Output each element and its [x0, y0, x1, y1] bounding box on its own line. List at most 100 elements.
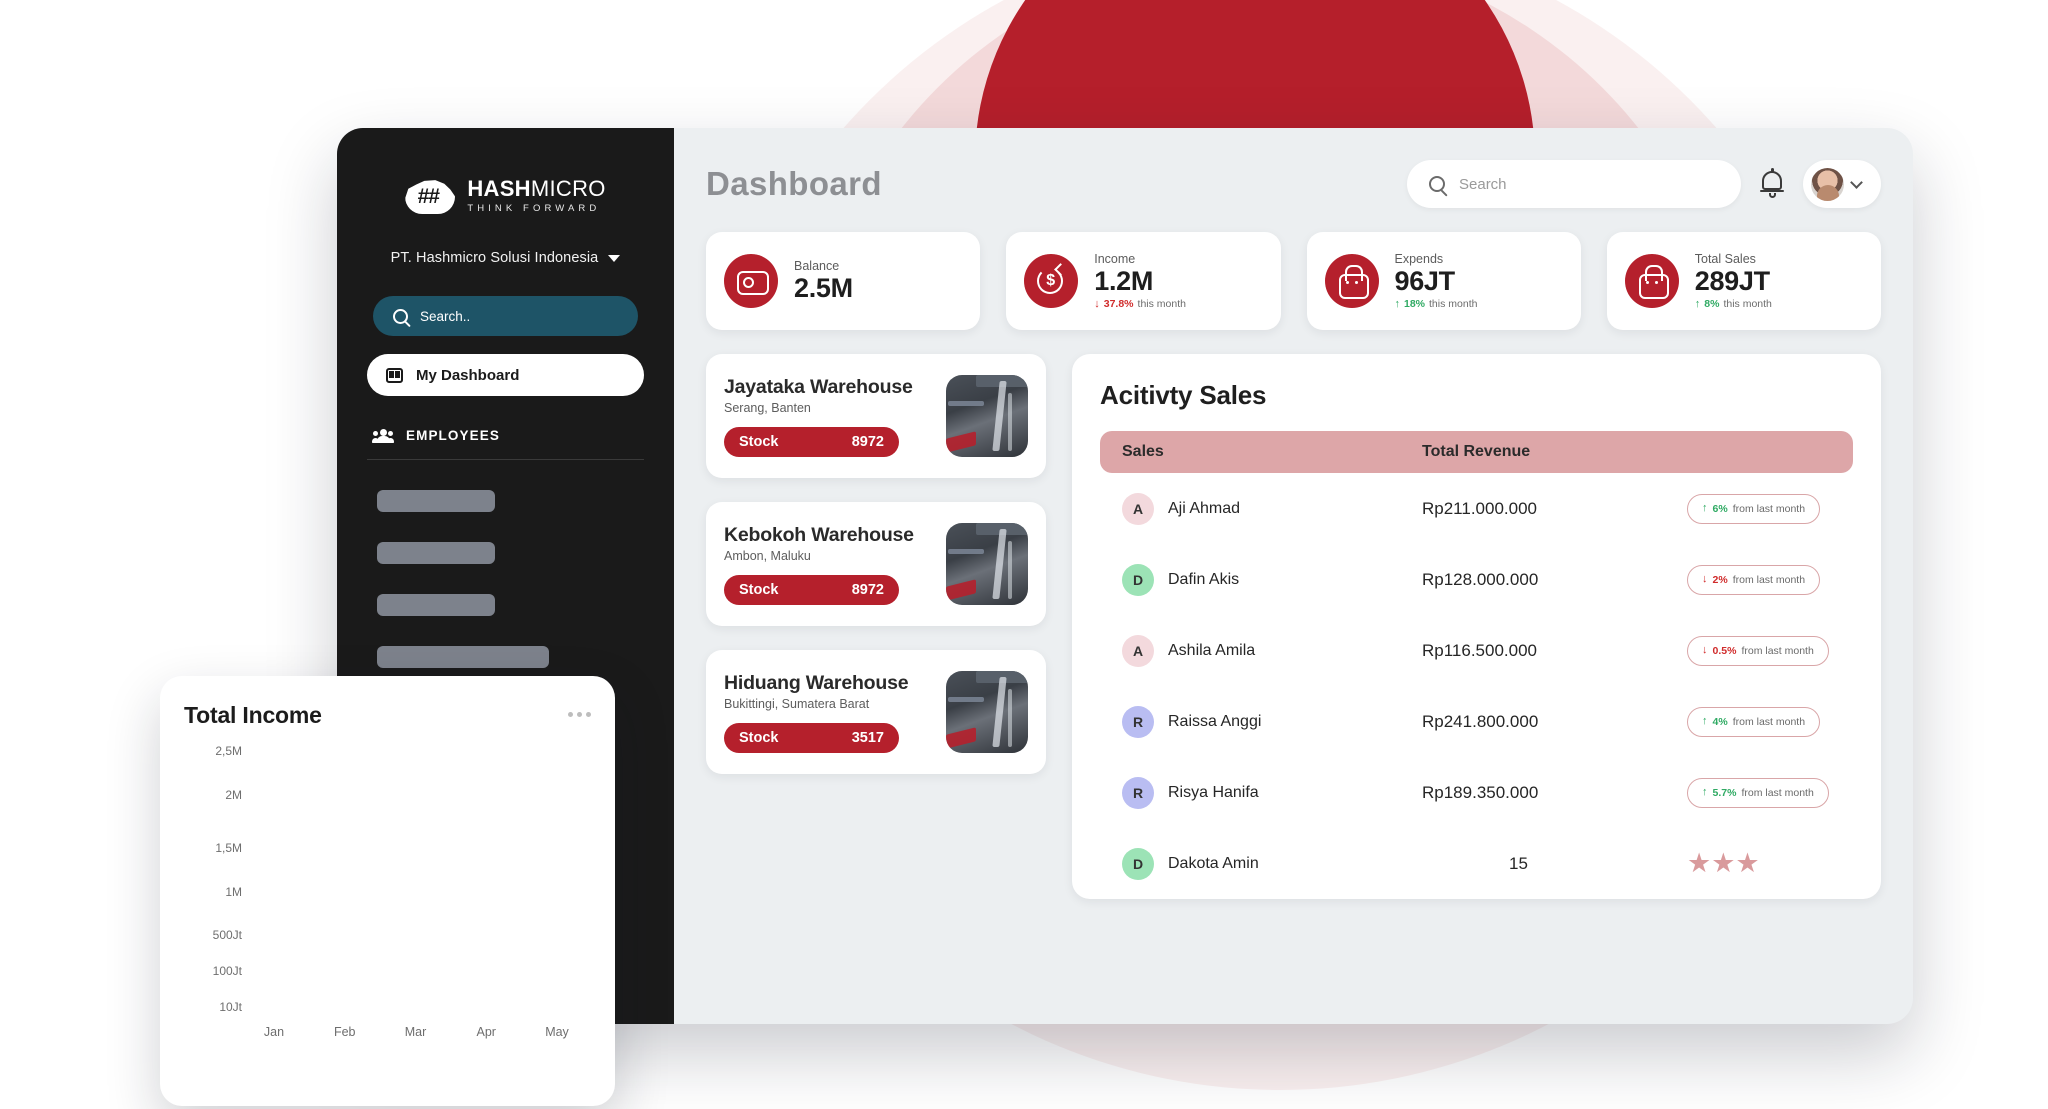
notification-bell-icon[interactable]	[1759, 168, 1785, 199]
stat-value: 1.2M	[1094, 265, 1154, 296]
sales-person-name: Raissa Anggi	[1168, 712, 1262, 730]
y-tick: 2,5M	[215, 744, 242, 758]
x-tick: May	[545, 1025, 569, 1039]
main-content: Dashboard Search Balance 2.5M $ Income 1…	[674, 128, 1913, 1024]
avatar: A	[1122, 634, 1154, 667]
table-row[interactable]: A Ashila Amila Rp116.500.000 ↓ 0.5% from…	[1100, 615, 1853, 686]
warehouse-card[interactable]: Kebokoh Warehouse Ambon, Maluku Stock 89…	[706, 502, 1046, 626]
warehouse-stock-badge: Stock 3517	[724, 722, 899, 753]
wallet-icon	[724, 254, 778, 308]
change-value: 0.5%	[1712, 644, 1737, 657]
warehouse-card[interactable]: Hiduang Warehouse Bukittingi, Sumatera B…	[706, 650, 1046, 774]
stat-label: Expends	[1394, 251, 1444, 266]
y-tick: 100Jt	[212, 964, 242, 979]
stat-delta-value: 18%	[1404, 298, 1426, 311]
revenue-value: Rp128.000.000	[1422, 569, 1539, 589]
page-title: Dashboard	[706, 165, 882, 202]
logo-text: HASHMICRO THINK FORWARD	[467, 178, 605, 214]
arrow-down-icon: ↓	[1702, 644, 1708, 656]
table-row[interactable]: A Aji Ahmad Rp211.000.000 ↑ 6% from last…	[1100, 473, 1853, 544]
sales-person-name: Aji Ahmad	[1168, 499, 1241, 517]
sales-person-name: Risya Hanifa	[1168, 783, 1259, 801]
revenue-value: Rp189.350.000	[1422, 782, 1539, 802]
sidebar-section-employees[interactable]: EMPLOYEES	[367, 428, 644, 460]
search-input[interactable]	[1459, 175, 1719, 193]
stat-delta-suffix: this month	[1137, 298, 1186, 311]
change-suffix: from last month	[1732, 715, 1806, 728]
sidebar-item-my-dashboard[interactable]: My Dashboard	[367, 354, 644, 396]
change-value: 2%	[1712, 573, 1728, 586]
table-row[interactable]: R Raissa Anggi Rp241.800.000 ↑ 4% from l…	[1100, 686, 1853, 757]
stock-label: Stock	[739, 433, 779, 450]
hashmicro-cloud-logo-icon: ##	[405, 178, 456, 214]
stock-value: 8972	[851, 433, 884, 450]
stat-value: 2.5M	[794, 272, 853, 303]
stat-card-expends[interactable]: Expends 96JT ↑ 18% this month	[1306, 232, 1581, 330]
search-box[interactable]	[1407, 160, 1741, 208]
activity-sales-table: Sales Total Revenue A Aji Ahmad Rp211.00…	[1100, 431, 1853, 899]
stat-card-income[interactable]: $ Income 1.2M ↓ 37.8% this month	[1006, 232, 1281, 330]
change-suffix: from last month	[1732, 573, 1806, 586]
sidebar-placeholder-item	[377, 646, 549, 668]
table-row[interactable]: D Dafin Akis Rp128.000.000 ↓ 2% from las…	[1100, 544, 1853, 615]
warehouse-name: Hiduang Warehouse	[724, 671, 909, 694]
company-selector[interactable]: PT. Hashmicro Solusi Indonesia	[361, 250, 650, 266]
arrow-up-icon: ↑	[1702, 502, 1708, 514]
table-row[interactable]: D Dakota Amin 15 ★★★	[1100, 828, 1853, 899]
warehouse-location: Ambon, Maluku	[724, 548, 811, 563]
change-suffix: from last month	[1741, 786, 1814, 799]
sidebar-search-input[interactable]: Search..	[373, 296, 638, 336]
change-value: 4%	[1712, 715, 1728, 728]
stat-card-total-sales[interactable]: Total Sales 289JT ↑ 8% this month	[1606, 232, 1881, 330]
top-bar: Dashboard	[706, 158, 1881, 210]
change-suffix: from last month	[1732, 502, 1806, 515]
warehouse-card[interactable]: Jayataka Warehouse Serang, Banten Stock …	[706, 354, 1046, 478]
change-value: 6%	[1712, 502, 1728, 515]
sales-person-name: Ashila Amila	[1168, 641, 1256, 659]
revenue-value: Rp241.800.000	[1422, 711, 1539, 731]
stock-value: 3517	[851, 729, 884, 746]
change-badge: ↓ 0.5% from last month	[1687, 635, 1829, 666]
stat-delta-suffix: this month	[1429, 298, 1478, 311]
logo-name-light: MICRO	[530, 176, 606, 202]
user-menu[interactable]	[1803, 160, 1881, 208]
avatar: R	[1122, 705, 1154, 738]
warehouse-location: Serang, Banten	[724, 400, 811, 415]
top-bar-actions	[1407, 160, 1881, 208]
chart-title: Total Income	[184, 702, 322, 728]
chevron-down-icon	[608, 254, 621, 262]
warehouse-stock-badge: Stock 8972	[724, 426, 899, 457]
y-tick: 1,5M	[215, 841, 242, 856]
avatar: D	[1122, 847, 1154, 880]
sidebar-placeholder-item	[377, 542, 495, 564]
dashboard-icon	[386, 367, 403, 383]
stat-delta-suffix: this month	[1723, 298, 1772, 311]
change-badge: ↓ 2% from last month	[1687, 564, 1821, 595]
logo-tagline: THINK FORWARD	[467, 203, 601, 215]
bag-lock-icon	[1624, 254, 1679, 308]
more-horizontal-icon[interactable]	[568, 712, 591, 717]
sidebar-placeholder-item	[377, 490, 495, 512]
table-row[interactable]: R Risya Hanifa Rp189.350.000 ↑ 5.7% from…	[1100, 757, 1853, 828]
stat-label: Total Sales	[1694, 251, 1756, 266]
x-axis-tick-labels: Jan Feb Mar Apr May	[246, 1025, 585, 1039]
column-header-revenue: Total Revenue	[1422, 443, 1531, 460]
bar-chart: 2,5M 2M 1,5M 1M 500Jt 100Jt 10Jt Jan Feb…	[184, 744, 591, 1041]
sales-person-name: Dakota Amin	[1168, 854, 1259, 872]
stat-label: Income	[1094, 251, 1136, 266]
stat-delta-value: 8%	[1704, 298, 1720, 311]
x-tick: Apr	[476, 1025, 496, 1039]
stat-card-balance[interactable]: Balance 2.5M	[706, 232, 981, 330]
y-tick: 500Jt	[212, 928, 242, 943]
change-badge: ↑ 5.7% from last month	[1687, 777, 1829, 808]
stat-delta-value: 37.8%	[1103, 298, 1134, 311]
star-rating-icon: ★★★	[1687, 848, 1760, 878]
avatar: D	[1122, 563, 1154, 596]
sidebar-section-label: EMPLOYEES	[406, 428, 500, 443]
stock-label: Stock	[739, 581, 779, 598]
stat-value: 289JT	[1694, 265, 1770, 296]
sidebar-search-placeholder: Search..	[420, 308, 471, 324]
y-axis-tick-labels: 2,5M 2M 1,5M 1M 500Jt 100Jt 10Jt	[184, 744, 242, 1014]
stat-value: 96JT	[1394, 265, 1456, 296]
y-tick: 2M	[225, 787, 242, 802]
